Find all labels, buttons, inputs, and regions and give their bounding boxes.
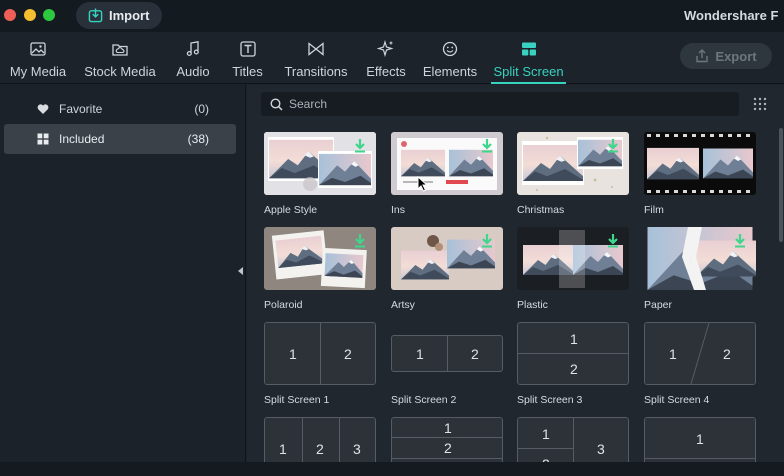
template-thumbnail [644,227,756,290]
template-card-plastic[interactable]: Plastic [517,227,629,311]
template-thumbnail: 1 2 [644,322,756,385]
template-thumbnail: 1 2 [264,322,376,385]
template-name: Polaroid [264,299,303,311]
download-icon[interactable] [354,139,366,153]
template-card-split-screen-4[interactable]: 1 2 Split Screen 4 [644,322,756,406]
favorite-count: (0) [194,102,209,116]
template-browser: Apple Style Ins [247,85,784,476]
template-thumbnail [517,227,629,290]
tab-split-screen[interactable]: Split Screen [491,40,566,84]
included-count: (38) [187,132,209,146]
search-input[interactable] [289,97,709,111]
template-thumbnail: 1 2 [391,322,503,385]
template-card-split-screen-2[interactable]: 1 2 Split Screen 2 [391,322,503,406]
minimize-window-button[interactable] [24,9,36,21]
heart-icon [37,104,49,114]
template-card-film[interactable]: Film [644,132,756,216]
template-card-ins[interactable]: Ins [391,132,503,216]
template-thumbnail [264,227,376,290]
download-icon[interactable] [607,234,619,248]
main-toolbar: My Media Stock Media Audio Titles Transi… [0,32,784,84]
download-icon[interactable] [607,139,619,153]
sidebar-item-favorite[interactable]: Favorite (0) [4,94,236,124]
import-icon [88,8,103,23]
template-name: Apple Style [264,204,318,216]
grid-view-icon[interactable] [752,96,768,112]
tab-effects[interactable]: Effects [364,40,408,84]
download-icon[interactable] [481,139,493,153]
mouse-cursor-icon [417,176,428,192]
tab-audio[interactable]: Audio [175,40,211,84]
tab-stock-media[interactable]: Stock Media [82,40,158,84]
download-icon[interactable] [734,234,746,248]
template-name: Split Screen 4 [644,394,710,406]
sparkle-icon [377,40,394,58]
category-sidebar: Favorite (0) Included (38) [0,85,246,476]
cloud-folder-icon [112,44,128,56]
template-card-polaroid[interactable]: Polaroid [264,227,376,311]
template-name: Christmas [517,204,565,216]
close-window-button[interactable] [4,9,16,21]
tab-my-media[interactable]: My Media [8,40,68,84]
download-icon[interactable] [481,234,493,248]
template-thumbnail [391,227,503,290]
sidebar-item-included[interactable]: Included (38) [4,124,236,154]
template-name: Split Screen 2 [391,394,457,406]
template-thumbnail [264,132,376,195]
tab-titles[interactable]: Titles [230,40,265,84]
template-name: Split Screen 3 [517,394,583,406]
template-thumbnail [517,132,629,195]
import-label: Import [109,8,150,23]
zoom-window-button[interactable] [43,9,55,21]
template-card-apple-style[interactable]: Apple Style [264,132,376,216]
export-icon [696,49,709,63]
search-icon [270,97,283,111]
template-card-artsy[interactable]: Artsy [391,227,503,311]
smiley-icon [442,41,458,57]
app-brand: Wondershare F [684,8,779,23]
template-card-paper[interactable]: Paper [644,227,756,311]
template-thumbnail [644,132,756,195]
template-name: Plastic [517,299,548,311]
image-icon [30,42,46,56]
music-note-icon [186,41,199,57]
tab-transitions[interactable]: Transitions [283,40,349,84]
content-scrollbar[interactable] [779,128,783,242]
text-icon [239,41,256,57]
download-icon[interactable] [354,234,366,248]
template-name: Ins [391,204,406,216]
import-button[interactable]: Import [76,2,162,29]
template-card-christmas[interactable]: Christmas [517,132,629,216]
split-screen-icon [521,42,536,56]
template-card-split-screen-3[interactable]: 1 2 Split Screen 3 [517,322,629,406]
title-bar: Import Wondershare F [0,0,784,32]
template-thumbnail [391,132,503,195]
template-name: Film [644,204,664,216]
template-thumbnail: 1 2 [517,322,629,385]
template-name: Artsy [391,299,415,311]
grid-icon [37,133,49,145]
export-button[interactable]: Export [680,43,772,69]
transition-icon [308,42,324,56]
collapse-sidebar-arrow-icon[interactable] [238,267,243,275]
template-name: Split Screen 1 [264,394,330,406]
tab-elements[interactable]: Elements [422,40,478,84]
search-box [261,92,739,116]
bottom-panel-edge [0,462,784,476]
template-name: Paper [644,299,673,311]
template-card-split-screen-1[interactable]: 1 2 Split Screen 1 [264,322,376,406]
